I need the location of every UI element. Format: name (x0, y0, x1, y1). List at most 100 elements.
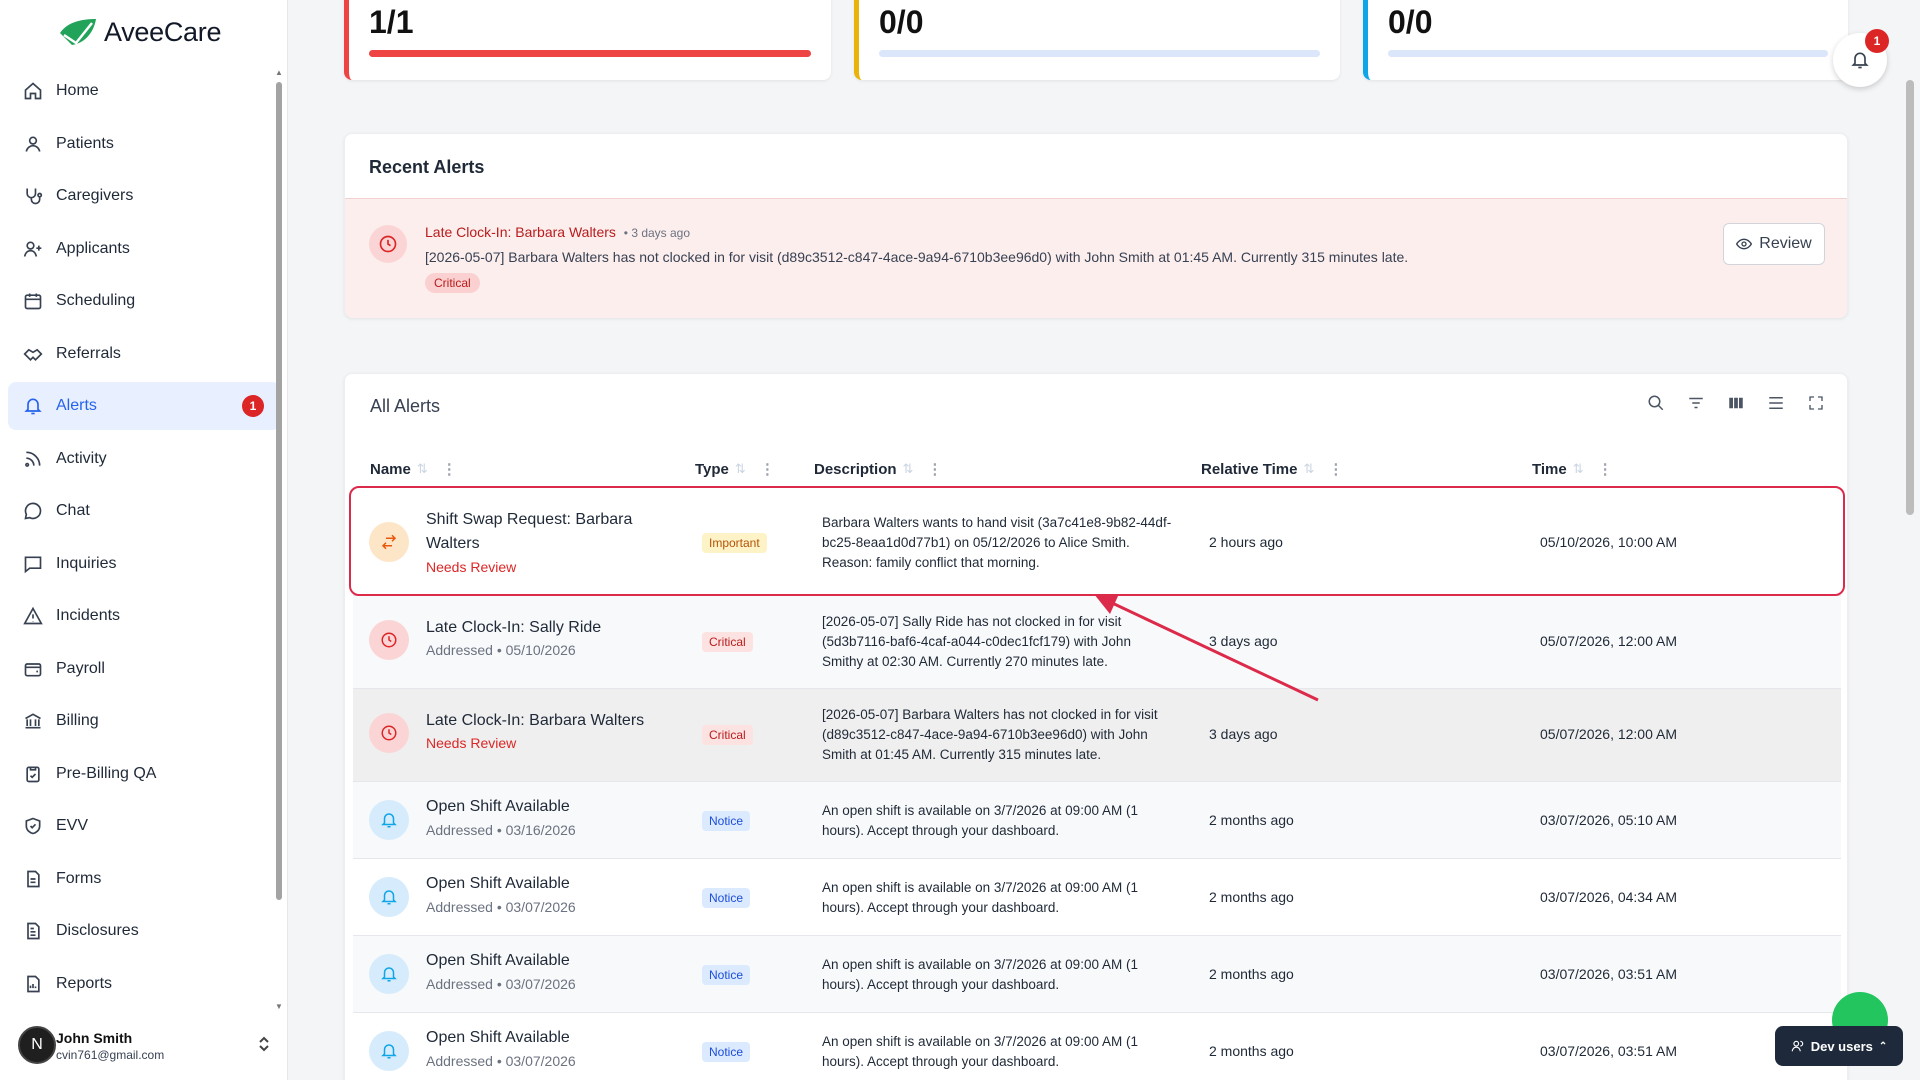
stat-card-critical[interactable]: 1/1 (344, 0, 831, 80)
type-badge: Notice (702, 1042, 751, 1062)
recent-alert-item[interactable]: Late Clock-In: Barbara Walters • 3 days … (345, 198, 1847, 318)
column-header-time[interactable]: Time ⇅ ⋮ (1532, 460, 1613, 479)
app-name: AveeCare (104, 16, 222, 47)
column-menu-icon[interactable]: ⋮ (1598, 460, 1613, 478)
table-row[interactable]: Late Clock-In: Barbara Walters Needs Rev… (353, 689, 1841, 782)
sidebar-item-scheduling[interactable]: Scheduling (8, 277, 280, 325)
stat-card-important[interactable]: 0/0 (854, 0, 1340, 80)
bell-icon (369, 1031, 409, 1071)
table-row[interactable]: Open Shift Available Addressed • 03/07/2… (353, 859, 1841, 936)
sidebar-item-evv[interactable]: EVV (8, 802, 280, 850)
review-button-label: Review (1759, 235, 1812, 252)
sidebar-item-applicants[interactable]: Applicants (8, 225, 280, 273)
stat-card-notice[interactable]: 0/0 (1363, 0, 1848, 80)
alert-name: Late Clock-In: Sally Ride (426, 619, 602, 636)
alert-time: 03/07/2026, 03:51 AM (1540, 966, 1677, 982)
table-row[interactable]: Open Shift Available Addressed • 03/07/2… (353, 1013, 1841, 1080)
user-email: cvin761@gmail.com (56, 1048, 165, 1062)
sidebar-item-alerts[interactable]: Alerts 1 (8, 382, 280, 430)
filter-icon[interactable] (1685, 392, 1707, 414)
sidebar-item-label: Disclosures (56, 922, 139, 939)
column-menu-icon[interactable]: ⋮ (927, 460, 942, 478)
user-plus-icon (22, 238, 44, 260)
sort-icon[interactable]: ⇅ (417, 461, 428, 477)
alert-relative-time: 2 months ago (1209, 966, 1294, 982)
columns-icon[interactable] (1725, 392, 1747, 414)
all-alerts-card: All Alerts Name ⇅ ⋮ Type ⇅ ⋮ Description ⇅ ⋮ R… (344, 373, 1848, 1080)
logo[interactable]: AveeCare (0, 0, 287, 64)
column-header-description[interactable]: Description ⇅ ⋮ (814, 460, 942, 479)
user-menu[interactable]: N John Smith cvin761@gmail.com (0, 1010, 288, 1080)
alert-status: Addressed • 03/07/2026 (426, 899, 576, 915)
fullscreen-icon[interactable] (1805, 392, 1827, 414)
alert-name: Open Shift Available (426, 798, 570, 815)
users-icon (1791, 1040, 1803, 1052)
column-header-name[interactable]: Name ⇅ ⋮ (370, 460, 457, 479)
column-label: Description (814, 460, 897, 478)
sidebar-item-incidents[interactable]: Incidents (8, 592, 280, 640)
scroll-up-icon[interactable]: ▲ (275, 68, 283, 77)
user-icon (22, 133, 44, 155)
sort-icon[interactable]: ⇅ (903, 461, 914, 477)
sort-icon[interactable]: ⇅ (735, 461, 746, 477)
sidebar-item-referrals[interactable]: Referrals (8, 330, 280, 378)
column-menu-icon[interactable]: ⋮ (442, 460, 457, 478)
alert-status: Needs Review (426, 559, 517, 575)
rss-icon (22, 448, 44, 470)
sidebar-item-disclosures[interactable]: Disclosures (8, 907, 280, 955)
sidebar-item-chat[interactable]: Chat (8, 487, 280, 535)
alert-relative-time: 2 months ago (1209, 1043, 1294, 1059)
clock-icon (369, 713, 409, 753)
table-row[interactable]: Shift Swap Request: Barbara Walters Need… (353, 489, 1841, 596)
sidebar-item-pre-billing-qa[interactable]: Pre-Billing QA (8, 750, 280, 798)
sidebar-item-payroll[interactable]: Payroll (8, 645, 280, 693)
alert-status: Addressed • 03/07/2026 (426, 1053, 576, 1069)
sort-icon[interactable]: ⇅ (1303, 461, 1314, 477)
table-row[interactable]: Open Shift Available Addressed • 03/07/2… (353, 936, 1841, 1013)
sidebar-item-label: Applicants (56, 239, 130, 257)
type-badge: Notice (702, 888, 751, 908)
sidebar-item-billing[interactable]: Billing (8, 697, 280, 745)
bell-icon (22, 395, 44, 417)
sidebar-item-reports[interactable]: Reports (8, 960, 280, 1008)
alert-time: 03/07/2026, 04:34 AM (1540, 889, 1677, 905)
column-menu-icon[interactable]: ⋮ (760, 460, 775, 478)
column-header-relative-time[interactable]: Relative Time ⇅ ⋮ (1201, 460, 1343, 479)
page-scrollbar[interactable] (1906, 80, 1914, 515)
sidebar-item-caregivers[interactable]: Caregivers (8, 172, 280, 220)
table-row[interactable]: Late Clock-In: Sally Ride Addressed • 05… (353, 596, 1841, 689)
sort-icon[interactable]: ⇅ (1573, 461, 1584, 477)
chevron-up-down-icon[interactable] (258, 1036, 270, 1055)
clipboard-check-icon (22, 763, 44, 785)
density-icon[interactable] (1765, 392, 1787, 414)
review-button[interactable]: Review (1723, 223, 1825, 265)
type-badge: Critical (702, 632, 753, 652)
sidebar-item-label: Caregivers (56, 187, 134, 204)
search-icon[interactable] (1645, 392, 1667, 414)
sidebar-scrollbar[interactable]: ▲ ▼ (274, 68, 284, 1013)
recent-alert-time: • 3 days ago (623, 226, 691, 240)
sidebar-item-home[interactable]: Home (8, 67, 280, 115)
sidebar-item-patients[interactable]: Patients (8, 120, 280, 168)
alert-relative-time: 3 days ago (1209, 726, 1278, 742)
sidebar-scroll-thumb[interactable] (276, 82, 282, 900)
alert-name: Open Shift Available (426, 952, 570, 969)
sidebar-item-forms[interactable]: Forms (8, 855, 280, 903)
dev-users-button[interactable]: Dev users ⌃ (1775, 1026, 1903, 1066)
sidebar-item-activity[interactable]: Activity (8, 435, 280, 483)
clock-icon (369, 225, 407, 263)
sidebar-item-inquiries[interactable]: Inquiries (8, 540, 280, 588)
alert-relative-time: 3 days ago (1209, 633, 1278, 649)
sidebar-item-label: Payroll (56, 659, 105, 677)
column-header-type[interactable]: Type ⇅ ⋮ (695, 460, 775, 479)
sidebar-item-label: Incidents (56, 607, 121, 624)
user-name: John Smith (56, 1030, 133, 1046)
type-badge: Important (702, 533, 767, 553)
column-menu-icon[interactable]: ⋮ (1328, 460, 1343, 478)
table-row[interactable]: Open Shift Available Addressed • 03/16/2… (353, 782, 1841, 859)
sidebar-item-label: Activity (56, 449, 107, 467)
sidebar-item-label: Alerts (56, 397, 97, 414)
alerts-count-badge: 1 (242, 395, 264, 417)
column-label: Name (370, 460, 411, 478)
home-icon (22, 80, 44, 102)
